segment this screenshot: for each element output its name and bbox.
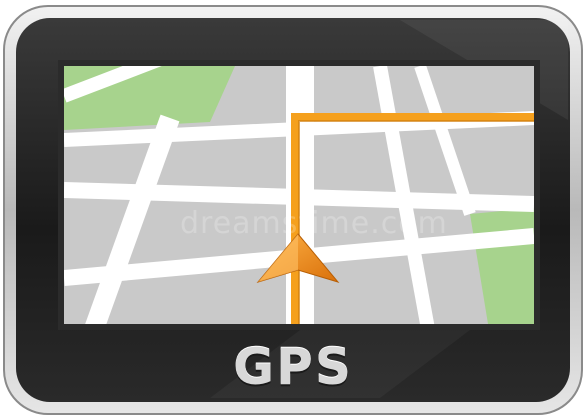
park-top-left <box>64 66 235 130</box>
device-label: GPS <box>233 338 353 396</box>
map-screen <box>64 66 534 324</box>
gps-device: dreamstime.com GPS <box>0 0 586 418</box>
